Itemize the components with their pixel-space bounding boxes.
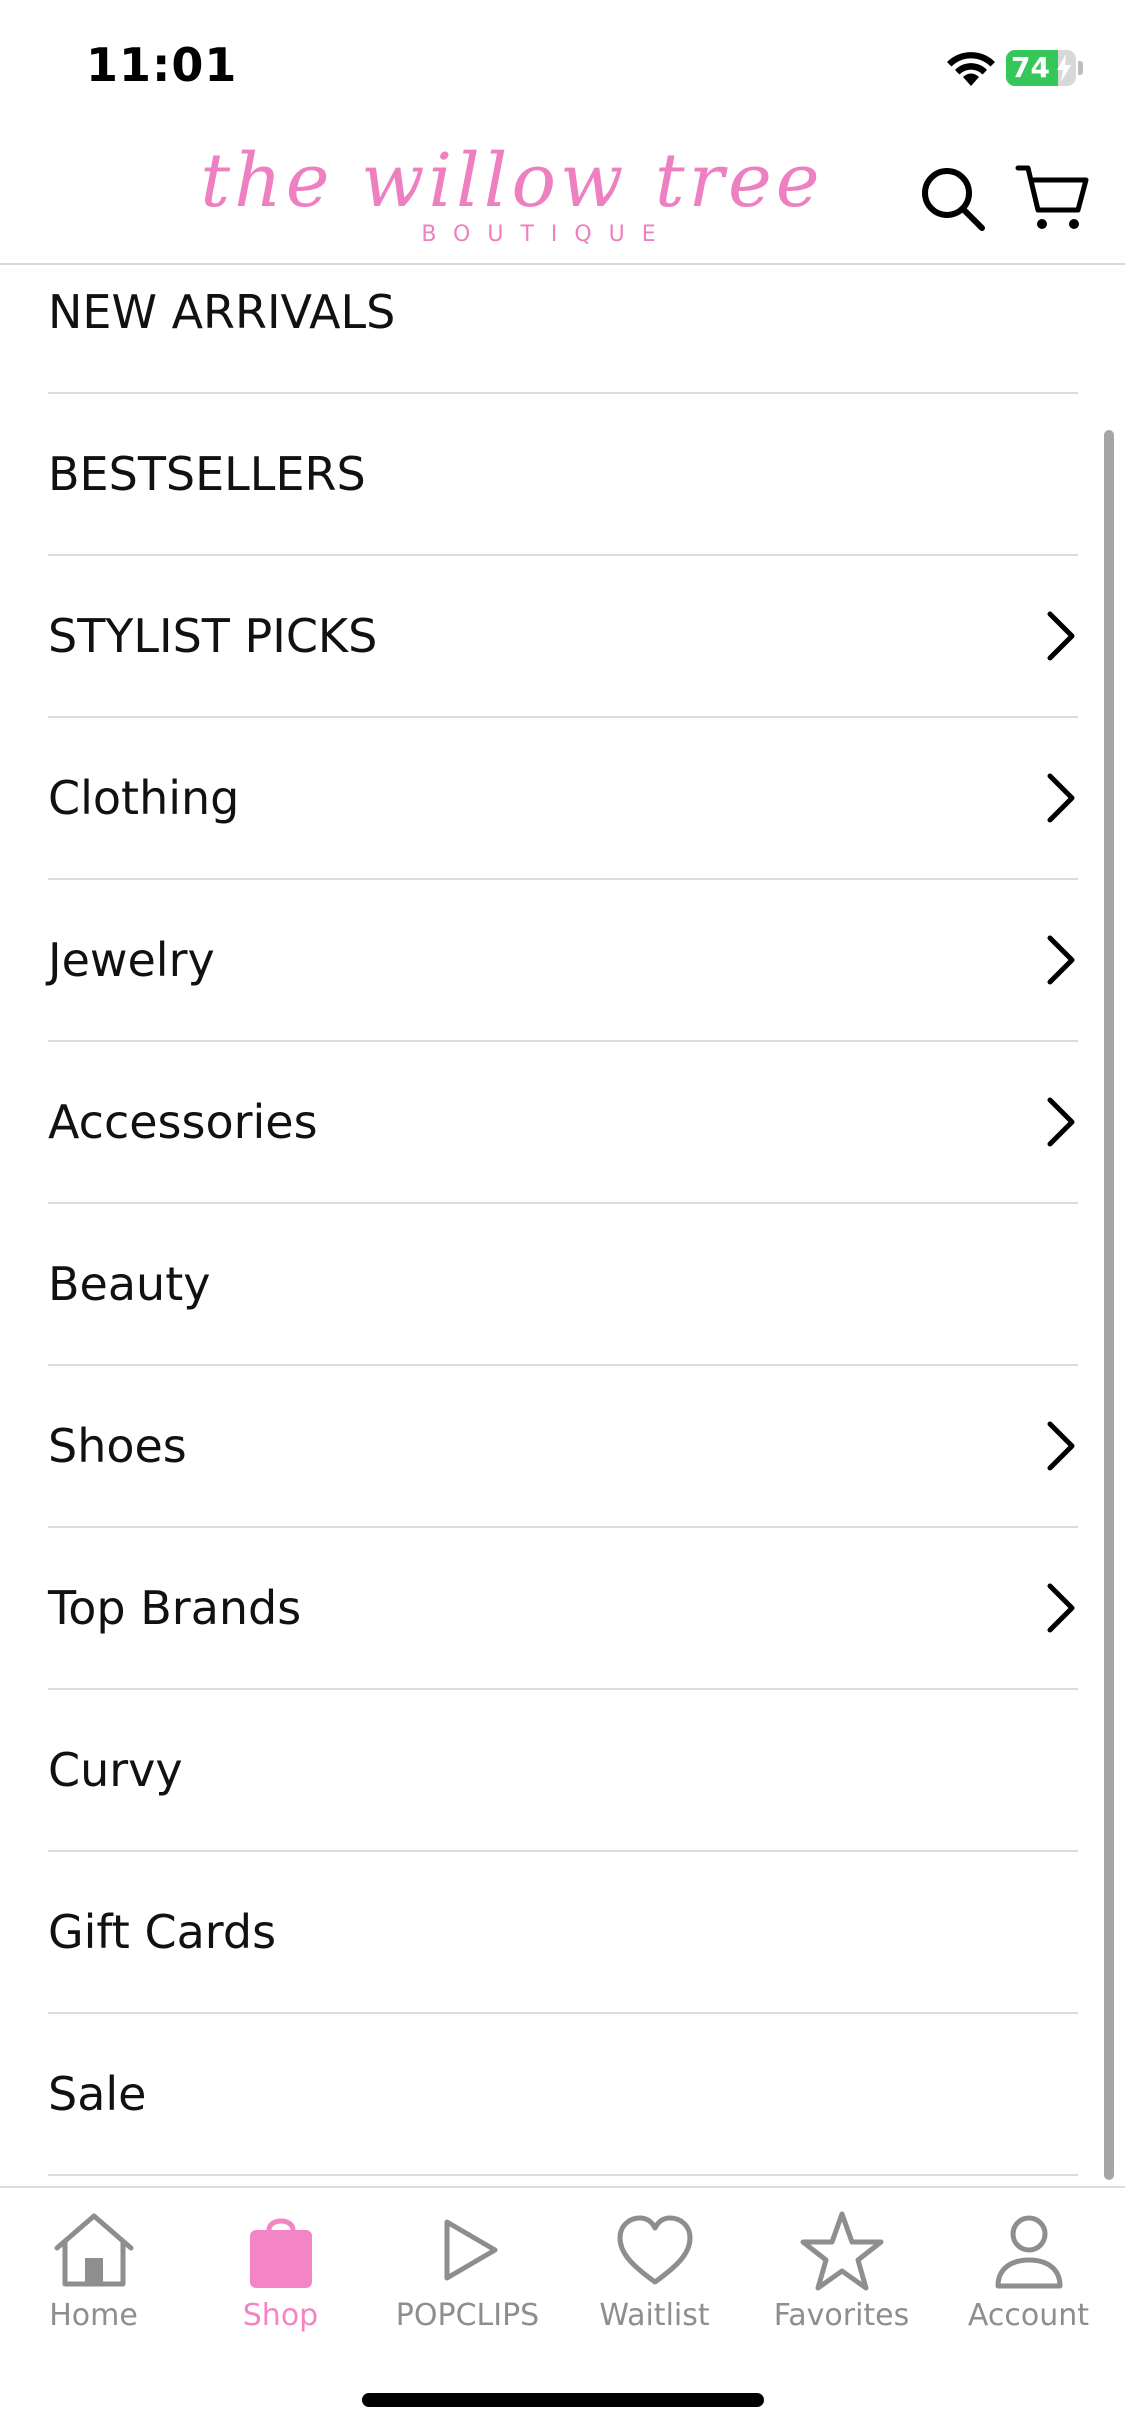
- scrollbar[interactable]: [1104, 430, 1114, 2180]
- tab-label: Account: [967, 2298, 1090, 2333]
- brand-logo[interactable]: the willow tree BOUTIQUE: [142, 138, 882, 258]
- menu-item-jewelry[interactable]: Jewelry: [48, 880, 1078, 1042]
- menu-item-label: Sale: [48, 2067, 147, 2121]
- star-icon: [800, 2211, 883, 2291]
- logo-subtitle: BOUTIQUE: [421, 222, 673, 247]
- battery-percent: 74: [1011, 51, 1050, 84]
- tab-label: Home: [49, 2298, 138, 2333]
- logo-script-text: the willow tree: [200, 138, 824, 224]
- menu-item-label: Beauty: [48, 1257, 211, 1311]
- menu-item-accessories[interactable]: Accessories: [48, 1042, 1078, 1204]
- chevron-right-icon: [1047, 1421, 1075, 1471]
- menu-item-label: NEW ARRIVALS: [48, 285, 396, 339]
- charging-bolt-icon: [1057, 54, 1071, 82]
- menu-item-new-arrivals[interactable]: NEW ARRIVALS: [48, 266, 1078, 394]
- menu-item-bestsellers[interactable]: BESTSELLERS: [48, 394, 1078, 556]
- menu-item-label: Gift Cards: [48, 1905, 277, 1959]
- chevron-right-icon: [1047, 1583, 1075, 1633]
- person-icon: [995, 2215, 1062, 2289]
- tab-label: Shop: [242, 2298, 319, 2333]
- tab-waitlist[interactable]: Waitlist: [561, 2208, 748, 2348]
- menu-item-label: Jewelry: [48, 933, 215, 987]
- search-icon[interactable]: [918, 164, 988, 234]
- cart-icon[interactable]: [1014, 160, 1090, 236]
- menu-item-stylist-picks[interactable]: STYLIST PICKS: [48, 556, 1078, 718]
- battery-indicator: 74: [1006, 50, 1083, 86]
- chevron-right-icon: [1047, 773, 1075, 823]
- menu-item-label: Accessories: [48, 1095, 318, 1149]
- tab-label: Waitlist: [599, 2298, 710, 2333]
- tab-label: Favorites: [773, 2298, 910, 2333]
- menu-item-curvy[interactable]: Curvy: [48, 1690, 1078, 1852]
- chevron-right-icon: [1047, 611, 1075, 661]
- menu-item-label: BESTSELLERS: [48, 447, 366, 501]
- tab-popclips[interactable]: POPCLIPS: [374, 2208, 561, 2348]
- tab-favorites[interactable]: Favorites: [748, 2208, 935, 2348]
- home-icon: [54, 2213, 133, 2287]
- shopping-bag-icon: [249, 2218, 312, 2288]
- shop-category-menu: NEW ARRIVALS BESTSELLERS STYLIST PICKS C…: [0, 266, 1125, 2186]
- play-icon: [444, 2219, 497, 2281]
- tab-shop[interactable]: Shop: [187, 2208, 374, 2348]
- wifi-icon: [947, 52, 995, 86]
- tab-home[interactable]: Home: [0, 2208, 187, 2348]
- menu-item-label: Shoes: [48, 1419, 187, 1473]
- status-bar: 11:01 74: [0, 0, 1125, 132]
- menu-item-beauty[interactable]: Beauty: [48, 1204, 1078, 1366]
- menu-item-clothing[interactable]: Clothing: [48, 718, 1078, 880]
- menu-item-gift-cards[interactable]: Gift Cards: [48, 1852, 1078, 2014]
- status-time: 11:01: [86, 38, 238, 92]
- menu-item-sale[interactable]: Sale: [48, 2014, 1078, 2176]
- heart-icon: [617, 2215, 692, 2285]
- app-header: the willow tree BOUTIQUE: [0, 132, 1125, 265]
- chevron-right-icon: [1047, 935, 1075, 985]
- menu-item-top-brands[interactable]: Top Brands: [48, 1528, 1078, 1690]
- tab-label: POPCLIPS: [395, 2298, 540, 2333]
- menu-item-label: STYLIST PICKS: [48, 609, 378, 663]
- menu-item-shoes[interactable]: Shoes: [48, 1366, 1078, 1528]
- tab-account[interactable]: Account: [935, 2208, 1122, 2348]
- menu-item-label: Curvy: [48, 1743, 183, 1797]
- menu-item-label: Top Brands: [48, 1581, 302, 1635]
- home-indicator: [362, 2393, 764, 2407]
- chevron-right-icon: [1047, 1097, 1075, 1147]
- menu-item-label: Clothing: [48, 771, 240, 825]
